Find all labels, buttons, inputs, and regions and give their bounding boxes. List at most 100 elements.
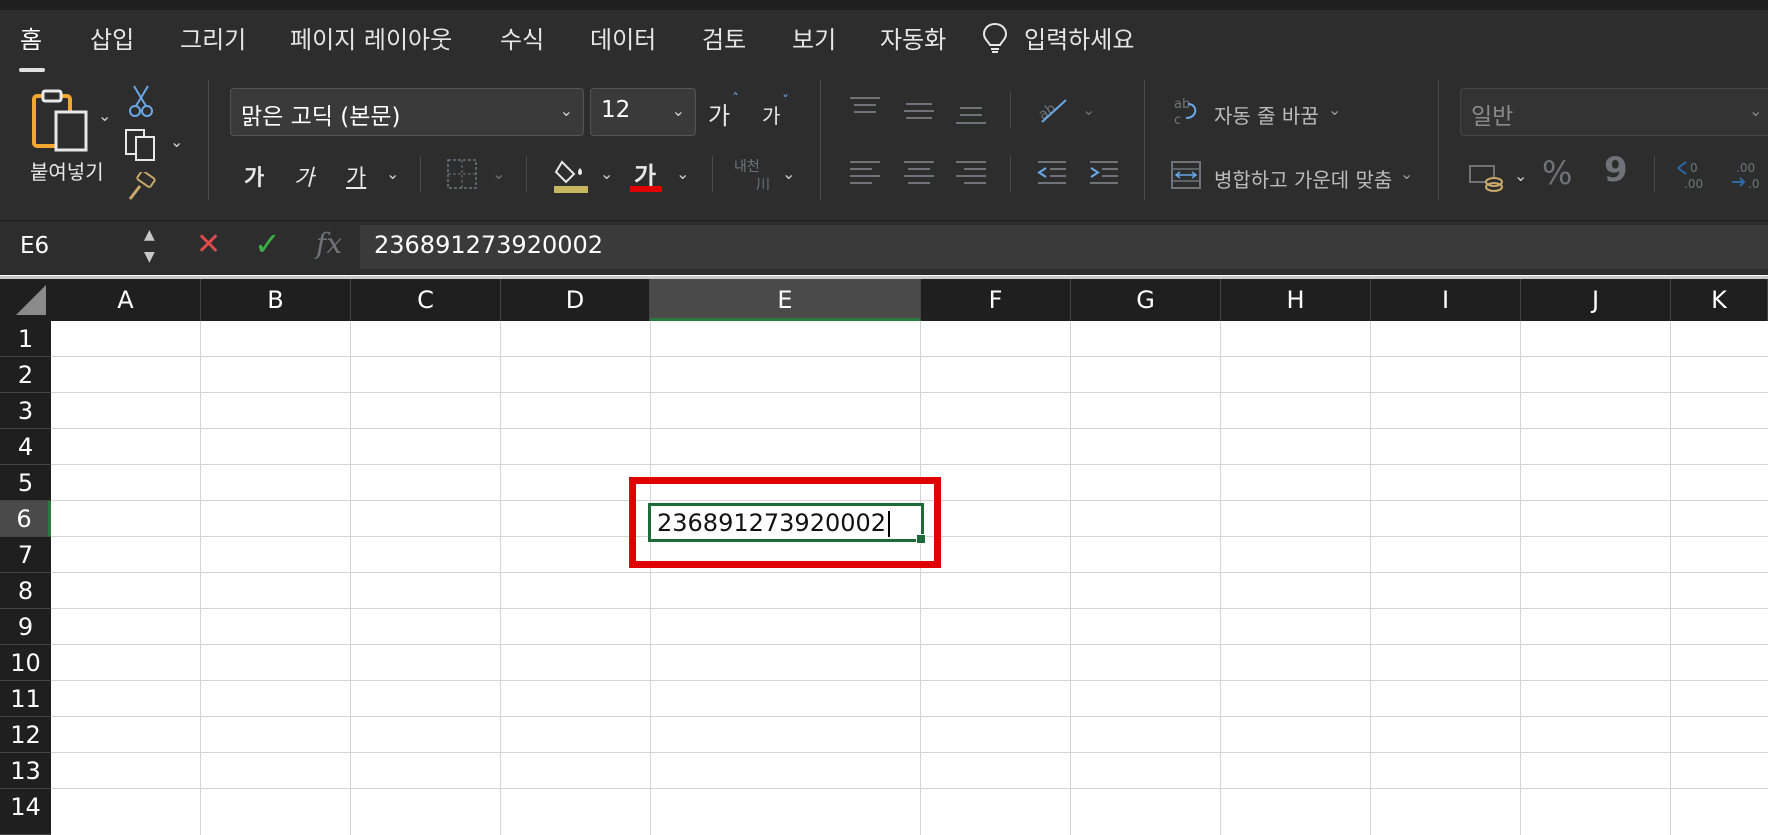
row-header-2[interactable]: 2	[0, 357, 51, 393]
caret-down-icon: ˇ	[782, 94, 789, 110]
scissors-icon[interactable]	[128, 84, 154, 122]
chevron-down-icon: ⌄	[1749, 101, 1763, 120]
bold-button[interactable]: 가	[244, 160, 264, 192]
column-header-i[interactable]: I	[1371, 279, 1521, 321]
row-header-4[interactable]: 4	[0, 429, 51, 465]
formula-input[interactable]: 236891273920002	[360, 225, 1768, 269]
copy-dropdown-chevron-icon[interactable]: ⌄	[170, 132, 183, 151]
comma-style-button[interactable]: 9	[1604, 150, 1628, 190]
phonetic-dropdown-chevron-icon[interactable]: ⌄	[782, 164, 795, 183]
paste-icon[interactable]	[30, 88, 92, 158]
phonetic-button[interactable]: 내천	[734, 156, 760, 176]
name-box-down-icon[interactable]: ▼	[144, 249, 155, 265]
row-header-14[interactable]: 14	[0, 789, 51, 835]
name-box-up-icon[interactable]: ▲	[144, 227, 155, 243]
tab-page-layout[interactable]: 페이지 레이아웃	[290, 20, 452, 55]
accounting-format-icon[interactable]	[1468, 162, 1504, 196]
column-header-k[interactable]: K	[1671, 279, 1768, 321]
fill-color-icon[interactable]	[554, 154, 588, 198]
tab-insert[interactable]: 삽입	[90, 20, 134, 55]
tab-view[interactable]: 보기	[792, 20, 836, 55]
cell-e6-value[interactable]: 236891273920002	[657, 509, 891, 537]
column-header-j[interactable]: J	[1521, 279, 1671, 321]
tab-formulas[interactable]: 수식	[500, 20, 544, 55]
tab-review[interactable]: 검토	[702, 20, 746, 55]
merge-center-dropdown-chevron-icon[interactable]: ⌄	[1400, 164, 1413, 183]
border-dropdown-chevron-icon[interactable]: ⌄	[492, 164, 505, 183]
column-header-f[interactable]: F	[921, 279, 1071, 321]
active-cell-e6[interactable]: 236891273920002	[648, 503, 926, 544]
row-header-12[interactable]: 12	[0, 717, 51, 753]
cancel-icon[interactable]: ✕	[196, 227, 221, 262]
row-header-6[interactable]: 6	[0, 501, 51, 537]
column-header-h[interactable]: H	[1221, 279, 1371, 321]
row-header-11[interactable]: 11	[0, 681, 51, 717]
row-header-5[interactable]: 5	[0, 465, 51, 501]
svg-text:.00: .00	[1684, 177, 1703, 191]
increase-decimal-icon[interactable]: 0.00	[1676, 158, 1712, 196]
wrap-text-icon[interactable]: ab c	[1172, 94, 1204, 132]
column-header-c[interactable]: C	[351, 279, 501, 321]
insert-function-button[interactable]: fx	[316, 227, 342, 260]
column-header-b[interactable]: B	[201, 279, 351, 321]
percent-style-button[interactable]: %	[1542, 154, 1572, 192]
accounting-dropdown-chevron-icon[interactable]: ⌄	[1514, 166, 1527, 185]
paste-label[interactable]: 붙여넣기	[30, 156, 104, 185]
decrease-font-size-button[interactable]: 가	[762, 100, 780, 129]
paste-dropdown-chevron-icon[interactable]: ⌄	[98, 106, 111, 125]
number-format-dropdown[interactable]: 일반 ⌄	[1460, 88, 1768, 136]
row-header-7[interactable]: 7	[0, 537, 51, 573]
row-header-3[interactable]: 3	[0, 393, 51, 429]
increase-indent-icon[interactable]	[1088, 160, 1120, 190]
format-painter-icon[interactable]	[126, 170, 158, 206]
wrap-text-button[interactable]: 자동 줄 바꿈	[1214, 100, 1319, 129]
merge-center-icon[interactable]	[1170, 160, 1202, 194]
decrease-decimal-icon[interactable]: .00.0	[1730, 158, 1766, 196]
align-middle-icon[interactable]	[904, 100, 934, 126]
row-header-13[interactable]: 13	[0, 753, 51, 789]
grid-line	[500, 321, 501, 835]
orientation-icon[interactable]: ab	[1036, 94, 1070, 128]
tab-automate[interactable]: 자동화	[880, 20, 946, 55]
row-header-1[interactable]: 1	[0, 321, 51, 357]
tab-data[interactable]: 데이터	[590, 20, 656, 55]
wrap-text-dropdown-chevron-icon[interactable]: ⌄	[1328, 100, 1341, 119]
underline-dropdown-chevron-icon[interactable]: ⌄	[386, 164, 399, 183]
row-header-8[interactable]: 8	[0, 573, 51, 609]
orientation-dropdown-chevron-icon[interactable]: ⌄	[1082, 100, 1095, 119]
font-color-dropdown-chevron-icon[interactable]: ⌄	[676, 164, 689, 183]
column-header-g[interactable]: G	[1071, 279, 1221, 321]
group-divider	[1144, 80, 1145, 200]
italic-button[interactable]: 가	[294, 160, 314, 192]
border-icon[interactable]	[446, 158, 478, 194]
tab-home[interactable]: 홈	[20, 20, 42, 55]
row-header-9[interactable]: 9	[0, 609, 51, 645]
align-right-icon[interactable]	[956, 160, 986, 190]
name-box-value: E6	[20, 233, 50, 259]
lightbulb-icon[interactable]	[982, 22, 1008, 58]
font-size-dropdown[interactable]: 12 ⌄	[590, 88, 696, 136]
select-all-button[interactable]	[0, 279, 51, 321]
column-header-e[interactable]: E	[650, 279, 921, 321]
merge-center-button[interactable]: 병합하고 가운데 맞춤	[1214, 164, 1392, 193]
fill-color-dropdown-chevron-icon[interactable]: ⌄	[600, 164, 613, 183]
align-center-icon[interactable]	[904, 160, 934, 190]
enter-check-icon[interactable]: ✓	[254, 225, 281, 263]
fill-handle[interactable]	[916, 534, 926, 544]
tell-me-search[interactable]: 입력하세요	[1024, 20, 1134, 55]
row-header-10[interactable]: 10	[0, 645, 51, 681]
divider	[1010, 156, 1011, 192]
increase-font-size-button[interactable]: 가	[708, 96, 730, 131]
align-left-icon[interactable]	[850, 160, 880, 190]
align-top-icon[interactable]	[850, 96, 880, 122]
divider	[1010, 92, 1011, 128]
column-header-a[interactable]: A	[51, 279, 201, 321]
underline-button[interactable]: 가	[346, 160, 366, 192]
copy-icon[interactable]	[124, 128, 158, 166]
font-name-dropdown[interactable]: 맑은 고딕 (본문) ⌄	[230, 88, 584, 136]
column-header-d[interactable]: D	[501, 279, 650, 321]
align-bottom-icon[interactable]	[956, 104, 986, 130]
tab-draw[interactable]: 그리기	[180, 20, 246, 55]
decrease-indent-icon[interactable]	[1036, 160, 1068, 190]
name-box[interactable]: E6 ▲ ▼	[0, 225, 165, 269]
